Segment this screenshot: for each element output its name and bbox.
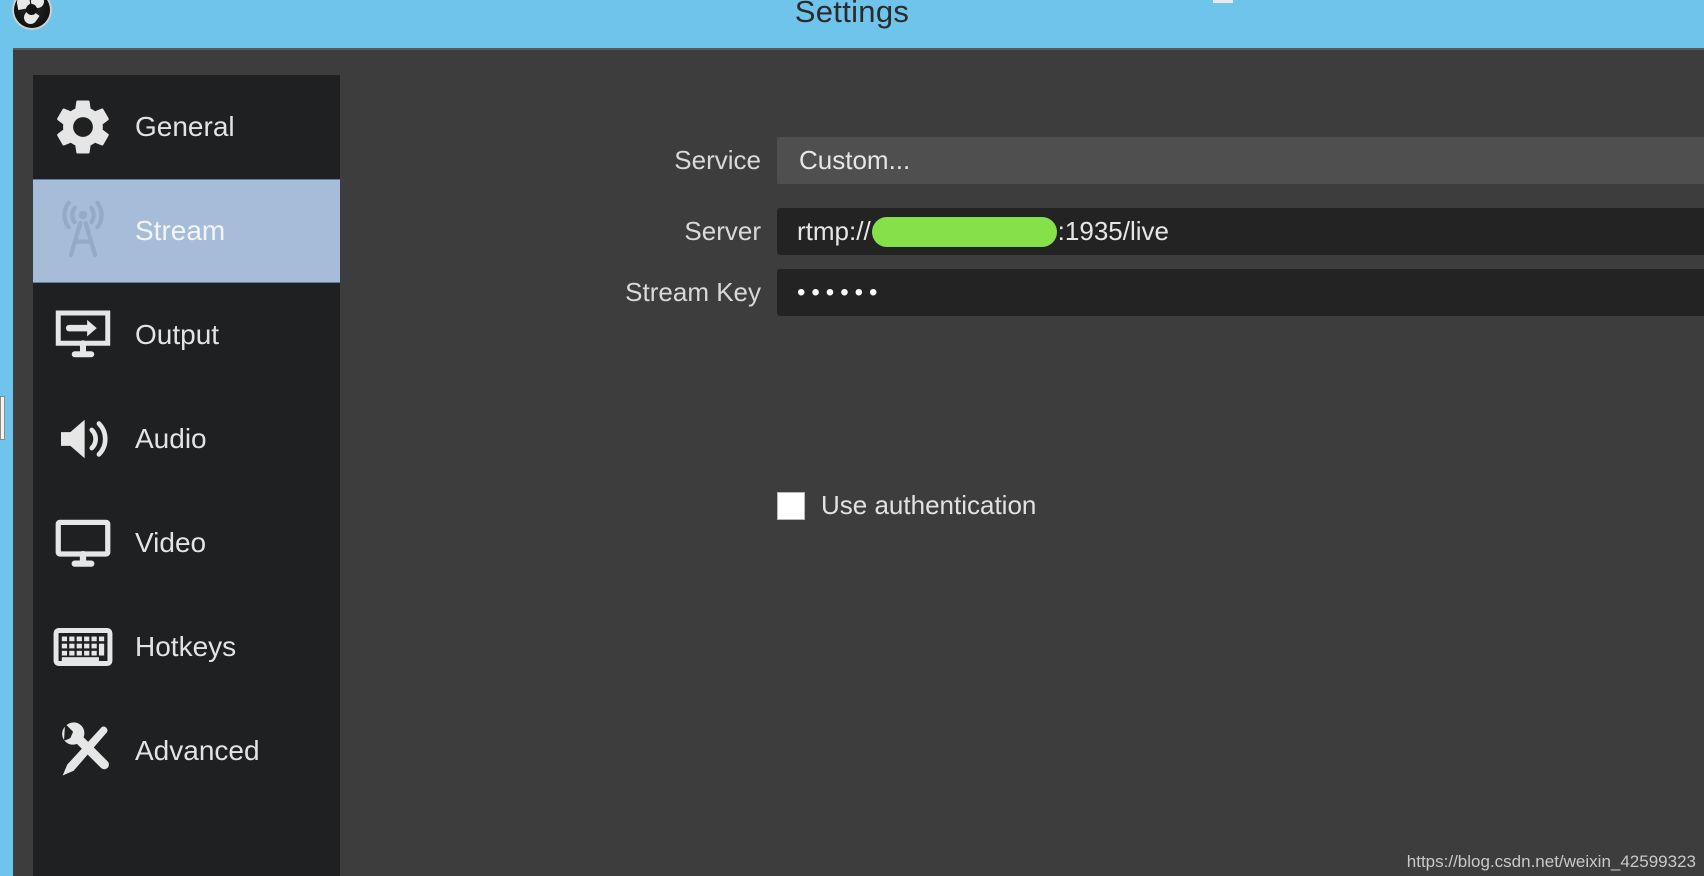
sidebar-item-video[interactable]: Video [33,491,340,595]
sidebar-item-output[interactable]: Output [33,283,340,387]
service-label: Service [674,145,761,175]
window-title: Settings [794,0,910,29]
title-bar: Settings [0,0,1704,44]
stream-key-label: Stream Key [625,277,761,307]
keyboard-icon [47,611,119,683]
use-authentication-checkbox[interactable] [777,491,805,520]
gear-icon [47,91,119,163]
sidebar-item-label: Advanced [135,735,260,766]
settings-dialog: General Stream Output Audio Video Hotkey… [13,48,1704,876]
settings-sidebar: General Stream Output Audio Video Hotkey… [33,75,340,876]
sidebar-item-general[interactable]: General [33,75,340,179]
use-authentication-label: Use authentication [821,490,1037,520]
stream-key-row: Stream Key •••••• [340,269,1704,316]
sidebar-item-label: Output [135,319,220,350]
stream-key-input[interactable]: •••••• [777,269,1704,316]
minimize-icon[interactable] [1213,0,1233,3]
redaction-overlay [871,216,1057,247]
sidebar-item-label: Audio [135,423,207,454]
service-value: Custom... [799,145,911,175]
monitor-arrow-icon [47,299,119,371]
sidebar-item-label: Hotkeys [135,631,237,662]
server-label: Server [684,216,761,246]
server-url-prefix: rtmp:// [797,216,871,246]
monitor-icon [47,507,119,579]
service-combobox[interactable]: Custom... [777,137,1704,184]
window-edge-handle[interactable] [0,396,5,440]
sidebar-item-hotkeys[interactable]: Hotkeys [33,595,340,699]
obs-settings-window: Settings General Stream Output Audio Vid… [0,0,1704,876]
sidebar-item-stream[interactable]: Stream [33,179,340,283]
sidebar-item-label: Stream [135,215,226,246]
use-authentication-row[interactable]: Use authentication [777,490,1036,521]
stream-settings-panel: Service Custom... Server rtmp:// :1935/li… [340,75,1704,876]
sidebar-item-label: General [135,111,235,142]
speaker-icon [47,403,119,475]
sidebar-item-audio[interactable]: Audio [33,387,340,491]
sidebar-item-advanced[interactable]: Advanced [33,699,340,803]
watermark-text: https://blog.csdn.net/weixin_42599323 [1406,852,1696,871]
service-row: Service Custom... [340,137,1704,184]
server-row: Server rtmp:// :1935/live [340,208,1704,255]
sidebar-item-label: Video [135,527,207,558]
broadcast-tower-icon [47,195,119,267]
stream-key-masked-value: •••••• [797,278,884,306]
server-input[interactable]: rtmp:// :1935/live [777,208,1704,255]
server-url-suffix: :1935/live [1057,216,1169,246]
wrench-screwdriver-icon [47,715,119,787]
